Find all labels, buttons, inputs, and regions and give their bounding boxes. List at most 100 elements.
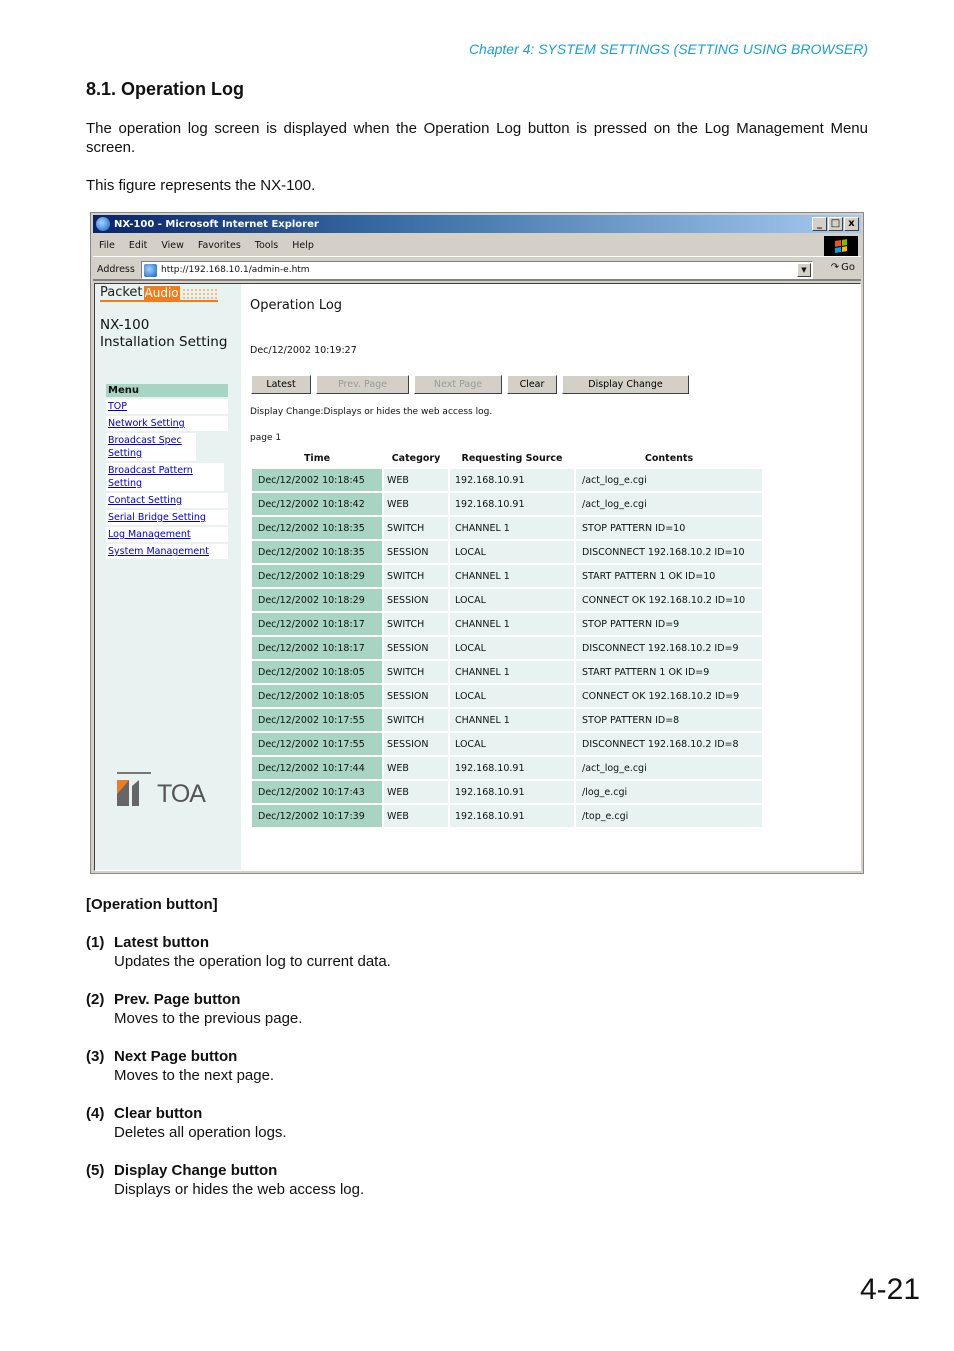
cell-contents: /act_log_e.cgi — [576, 469, 762, 491]
address-value: http://192.168.10.1/admin-e.htm — [161, 265, 310, 275]
cell-time: Dec/12/2002 10:18:29 — [252, 565, 382, 587]
display-change-button[interactable]: Display Change — [562, 375, 689, 394]
table-header-row: Time Category Requesting Source Contents — [252, 449, 762, 467]
cell-source: 192.168.10.91 — [450, 757, 574, 779]
cell-category: WEB — [384, 493, 448, 515]
cell-source: 192.168.10.91 — [450, 469, 574, 491]
cell-category: SESSION — [384, 589, 448, 611]
cell-time: Dec/12/2002 10:18:05 — [252, 685, 382, 707]
sidebar-item-broadcast-spec-setting[interactable]: Broadcast Spec Setting — [108, 435, 182, 459]
cell-source: LOCAL — [450, 637, 574, 659]
address-dropdown-icon[interactable]: ▼ — [797, 263, 811, 277]
close-button[interactable]: x — [844, 217, 859, 231]
operation-description: Displays or hides the web access log. — [114, 1181, 365, 1198]
address-input[interactable]: http://192.168.10.1/admin-e.htm ▼ — [141, 261, 813, 279]
menu-edit[interactable]: Edit — [129, 240, 147, 251]
cell-source: CHANNEL 1 — [450, 613, 574, 635]
cell-category: WEB — [384, 469, 448, 491]
cell-contents: CONNECT OK 192.168.10.2 ID=10 — [576, 589, 762, 611]
maximize-button[interactable]: □ — [828, 217, 843, 231]
operation-log-table: Time Category Requesting Source Contents… — [250, 447, 764, 829]
toa-logo: TOA — [117, 772, 206, 808]
figure-note: This figure represents the NX-100. — [86, 177, 316, 194]
model-name: NX-100 — [100, 317, 150, 333]
page-title: Operation Log — [250, 298, 343, 313]
sidebar: Packet Audio NX-100 Installation Setting… — [95, 284, 241, 870]
next-page-button[interactable]: Next Page — [414, 375, 502, 394]
sidebar-item-network-setting[interactable]: Network Setting — [108, 418, 185, 429]
prev-page-button[interactable]: Prev. Page — [316, 375, 409, 394]
table-row: Dec/12/2002 10:18:17 SESSION LOCAL DISCONNE… — [252, 637, 762, 659]
table-row: Dec/12/2002 10:18:17 SWITCH CHANNEL 1 STOP … — [252, 613, 762, 635]
menu-favorites[interactable]: Favorites — [198, 240, 241, 251]
menu-file[interactable]: File — [99, 240, 115, 251]
cell-contents: /act_log_e.cgi — [576, 757, 762, 779]
clear-button[interactable]: Clear — [507, 375, 557, 394]
menu-view[interactable]: View — [161, 240, 184, 251]
cell-source: LOCAL — [450, 685, 574, 707]
operation-item: (2) Prev. Page button Moves to the previou… — [86, 990, 391, 1028]
column-time: Time — [303, 452, 331, 464]
cell-contents: /act_log_e.cgi — [576, 493, 762, 515]
cell-contents: DISCONNECT 192.168.10.2 ID=8 — [576, 733, 762, 755]
address-bar: Address http://192.168.10.1/admin-e.htm … — [93, 259, 861, 281]
cell-category: SWITCH — [384, 565, 448, 587]
table-row: Dec/12/2002 10:17:55 SESSION LOCAL DISCONNE… — [252, 733, 762, 755]
table-row: Dec/12/2002 10:17:55 SWITCH CHANNEL 1 STOP … — [252, 709, 762, 731]
windows-logo-icon — [824, 236, 858, 256]
operation-title: Prev. Page button — [114, 991, 241, 1008]
logo-packet-text: Packet — [100, 285, 143, 300]
cell-contents: STOP PATTERN ID=10 — [576, 517, 762, 539]
go-button[interactable]: ↷ Go — [831, 262, 855, 273]
cell-source: LOCAL — [450, 733, 574, 755]
cell-source: 192.168.10.91 — [450, 805, 574, 827]
menu-tools[interactable]: Tools — [255, 240, 278, 251]
cell-category: SESSION — [384, 733, 448, 755]
main-content: Operation Log Dec/12/2002 10:19:27 Lates… — [250, 284, 860, 870]
cell-time: Dec/12/2002 10:17:43 — [252, 781, 382, 803]
sidebar-item-system-management[interactable]: System Management — [108, 546, 209, 557]
cell-contents: CONNECT OK 192.168.10.2 ID=9 — [576, 685, 762, 707]
operation-title: Clear button — [114, 1105, 203, 1122]
intro-paragraph: The operation log screen is displayed wh… — [86, 120, 868, 156]
current-timestamp: Dec/12/2002 10:19:27 — [250, 345, 357, 356]
cell-source: CHANNEL 1 — [450, 661, 574, 683]
sidebar-item-log-management[interactable]: Log Management — [108, 529, 191, 540]
go-label: Go — [841, 262, 855, 273]
operation-number: (2) — [86, 991, 105, 1008]
cell-category: WEB — [384, 757, 448, 779]
cell-category: SESSION — [384, 637, 448, 659]
cell-category: SESSION — [384, 685, 448, 707]
page-number: 4-21 — [859, 1273, 920, 1306]
operation-description: Moves to the next page. — [114, 1067, 275, 1084]
menu-help[interactable]: Help — [292, 240, 314, 251]
operation-number: (3) — [86, 1048, 105, 1065]
cell-contents: STOP PATTERN ID=8 — [576, 709, 762, 731]
menu-bar: File Edit View Favorites Tools Help — [93, 235, 861, 257]
sidebar-item-contact-setting[interactable]: Contact Setting — [108, 495, 182, 506]
cell-source: LOCAL — [450, 589, 574, 611]
section-title: 8.1. Operation Log — [86, 79, 245, 99]
cell-time: Dec/12/2002 10:18:35 — [252, 517, 382, 539]
sidebar-item-top[interactable]: TOP — [108, 401, 127, 412]
latest-button[interactable]: Latest — [251, 375, 311, 394]
column-category: Category — [391, 452, 441, 464]
table-row: Dec/12/2002 10:17:44 WEB 192.168.10.91/act… — [252, 757, 762, 779]
sidebar-item-serial-bridge-setting[interactable]: Serial Bridge Setting — [108, 512, 206, 523]
go-arrow-icon: ↷ — [830, 262, 840, 273]
table-row: Dec/12/2002 10:18:05 SWITCH CHANNEL 1 START… — [252, 661, 762, 683]
table-row: Dec/12/2002 10:18:42 WEB 192.168.10.91/act… — [252, 493, 762, 515]
cell-category: WEB — [384, 805, 448, 827]
cell-contents: START PATTERN 1 OK ID=9 — [576, 661, 762, 683]
table-row: Dec/12/2002 10:18:29 SESSION LOCAL CONNECT … — [252, 589, 762, 611]
cell-source: CHANNEL 1 — [450, 517, 574, 539]
sidebar-item-broadcast-pattern-setting[interactable]: Broadcast Pattern Setting — [108, 465, 193, 489]
cell-time: Dec/12/2002 10:17:55 — [252, 709, 382, 731]
toa-brand-text: TOA — [157, 780, 206, 808]
minimize-button[interactable]: _ — [812, 217, 827, 231]
cell-category: SWITCH — [384, 517, 448, 539]
cell-contents: /log_e.cgi — [576, 781, 762, 803]
cell-source: 192.168.10.91 — [450, 781, 574, 803]
cell-time: Dec/12/2002 10:17:39 — [252, 805, 382, 827]
window-title: NX-100 - Microsoft Internet Explorer — [114, 218, 319, 230]
